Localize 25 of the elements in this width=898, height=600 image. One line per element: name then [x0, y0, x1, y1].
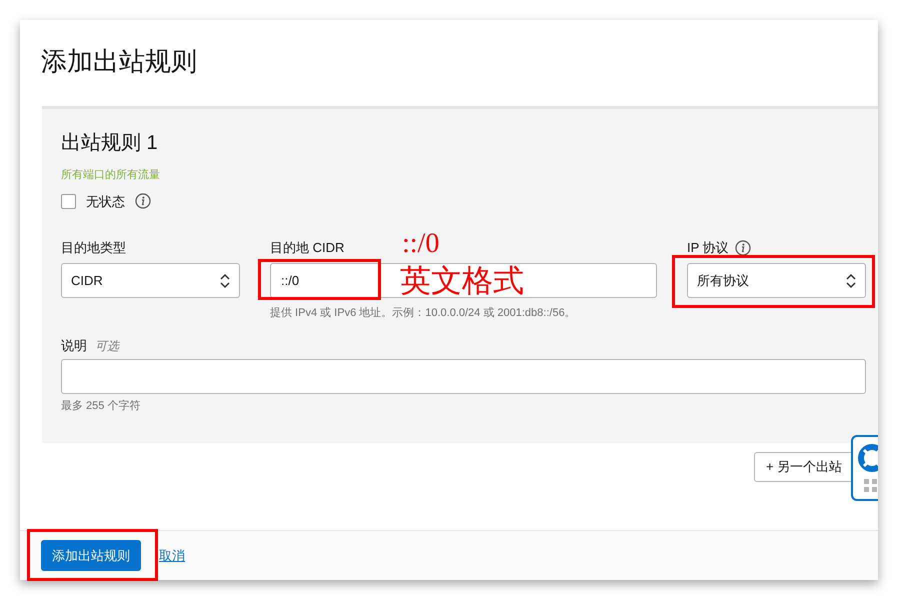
- updown-icon: [846, 272, 856, 288]
- field-hint: 最多 255 个字符: [61, 398, 142, 414]
- traffic-note: 所有端口的所有流量: [61, 168, 161, 183]
- field-label: 目的地 CIDR: [270, 239, 344, 258]
- field-label: 目的地类型: [61, 239, 126, 258]
- select-field[interactable]: 所有协议: [687, 263, 866, 298]
- cancel-link[interactable]: 取消: [159, 546, 185, 566]
- rule-heading: 出站规则 1: [61, 131, 159, 156]
- checkbox-label: 无状态: [86, 192, 125, 210]
- optional-label: 可选: [95, 338, 119, 354]
- grip-icon: [864, 479, 878, 493]
- add-rule-button[interactable]: 添加出站规则: [41, 540, 141, 571]
- checkbox[interactable]: [61, 194, 76, 209]
- updown-icon: [220, 272, 230, 288]
- info-icon[interactable]: [734, 240, 751, 256]
- field-label: 说明: [61, 336, 87, 355]
- description-field[interactable]: [61, 358, 866, 394]
- lifebuoy-icon: [857, 443, 878, 473]
- annotation-text: 英文格式: [400, 262, 524, 300]
- select-field[interactable]: CIDR: [61, 263, 240, 298]
- info-icon[interactable]: [135, 193, 151, 210]
- field-label: IP 协议: [687, 239, 729, 258]
- annotation-text: ::/0: [402, 227, 440, 261]
- dialog-title: 添加出站规则: [41, 44, 197, 78]
- field-hint: 提供 IPv4 或 IPv6 地址。示例：10.0.0.0/24 或 2001:db8::/56。: [270, 306, 577, 321]
